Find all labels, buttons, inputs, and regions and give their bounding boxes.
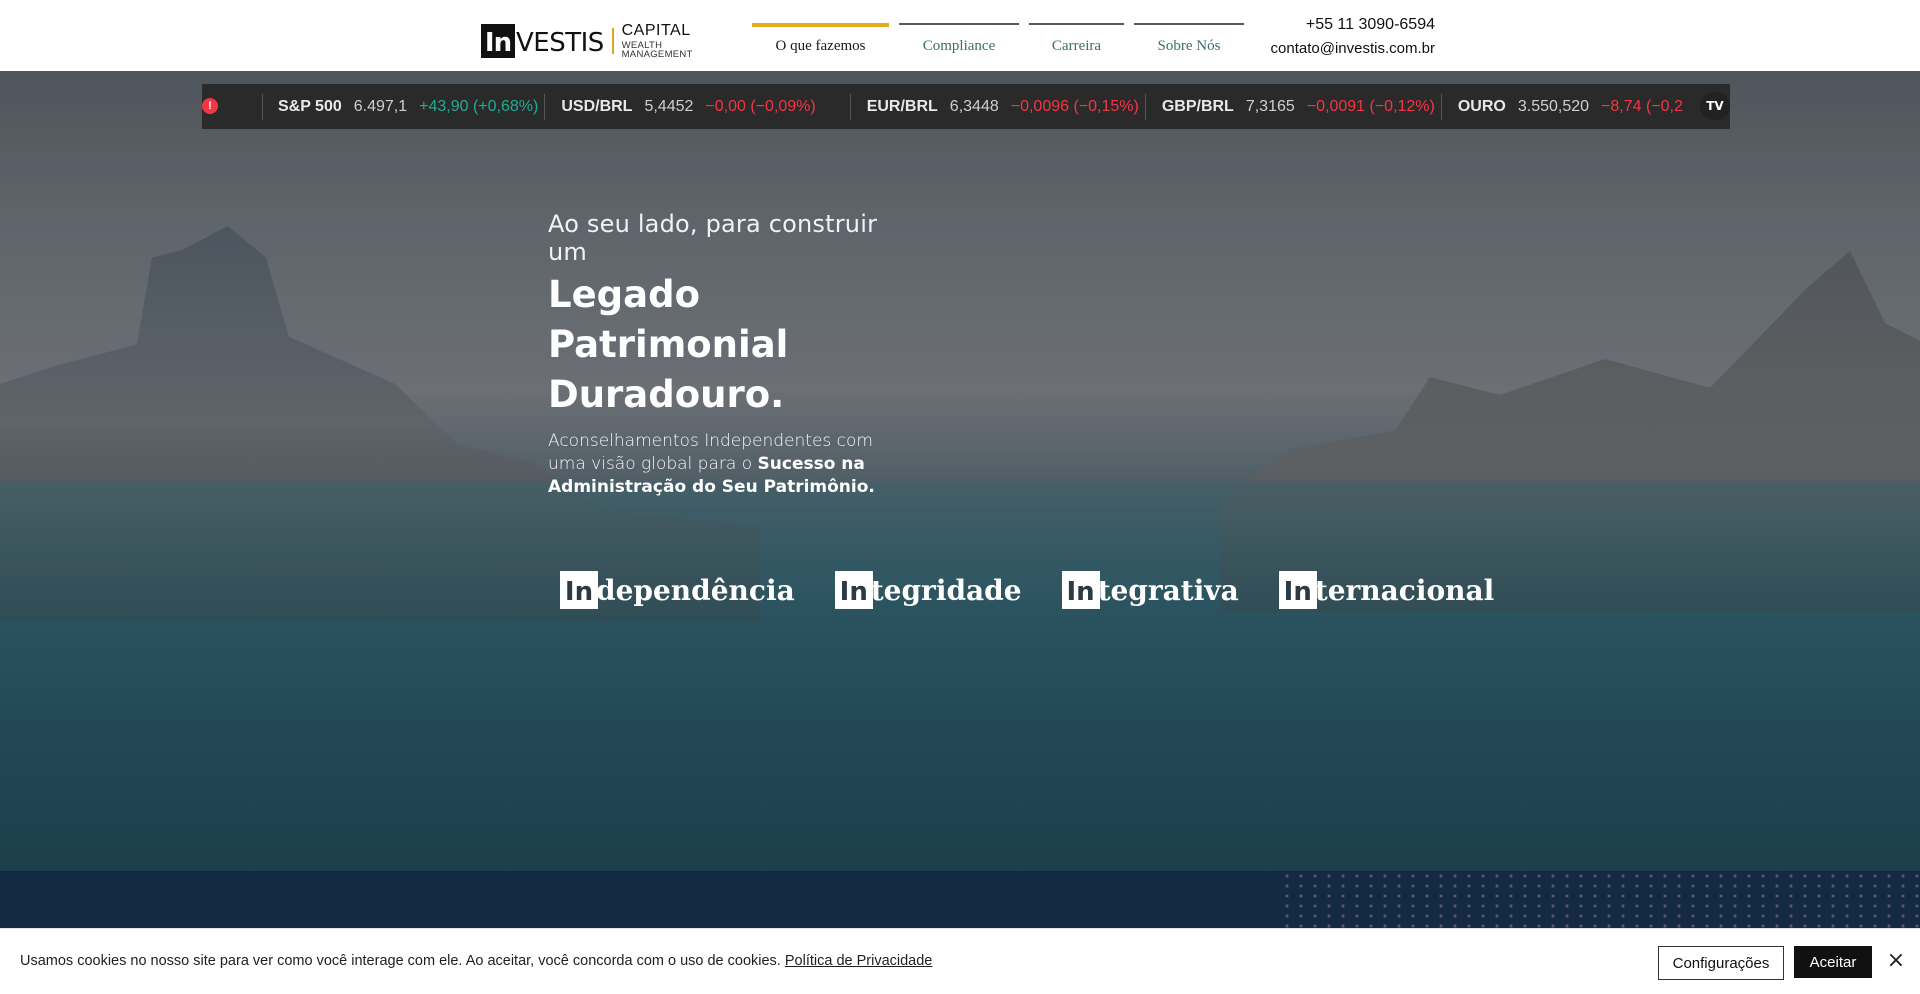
ticker-item-gbpbrl[interactable]: GBP/BRL 7,3165 −0,0091 (−0,12%) [1162, 84, 1458, 129]
nav-item-sobre-nos[interactable]: Sobre Nós [1134, 23, 1244, 63]
ticker-price: 5,4452 [644, 97, 694, 115]
ticker-change: +43,90 (+0,68%) [419, 97, 539, 115]
cookie-message: Usamos cookies no nosso site para ver co… [20, 953, 932, 969]
value-in-mark: In [1061, 571, 1100, 609]
ticker-change: −8,74 (−0,2 [1601, 97, 1683, 115]
ticker-symbol: S&P 500 [278, 97, 342, 115]
logo-wordmark: In VESTIS [481, 24, 604, 58]
nav-item-compliance[interactable]: Compliance [899, 23, 1019, 63]
hero-title: Legado Patrimonial Duradouro. [548, 270, 908, 420]
nav-label: Carreira [1051, 38, 1102, 54]
ticker-symbol: USD/BRL [561, 97, 633, 115]
ticker-price: 6.497,1 [353, 97, 408, 115]
hero-overlay [0, 71, 1920, 871]
ticker-item-eurbrl[interactable]: EUR/BRL 6,3448 −0,0096 (−0,15%) [867, 84, 1162, 129]
hero-title-line-1: Legado Patrimonial [548, 273, 789, 366]
ticker-symbol: OURO [1457, 97, 1506, 115]
close-icon[interactable]: × [1886, 949, 1906, 973]
cookie-banner: Usamos cookies no nosso site para ver co… [0, 928, 1920, 994]
market-ticker[interactable]: ! S&P 500 6.497,1 +43,90 (+0,68%) USD/BR… [202, 84, 1730, 129]
ticker-price: 6,3448 [949, 97, 999, 115]
value-in-mark: In [560, 571, 598, 609]
ticker-divider [544, 93, 546, 120]
value-independencia: In dependência [560, 570, 795, 610]
value-integrativa: In tegrativa [1061, 570, 1239, 610]
band-sparkle-decoration [1280, 871, 1920, 931]
nav-label: Compliance [922, 38, 996, 54]
value-internacional: In ternacional [1278, 570, 1495, 610]
main-nav: O que fazemos Compliance Carreira Sobre … [752, 23, 1254, 63]
ticker-item-usdbrl[interactable]: USD/BRL 5,4452 −0,00 (−0,09%) [561, 84, 866, 129]
ticker-price: 3.550,520 [1517, 97, 1590, 115]
ticker-item-sp500[interactable]: S&P 500 6.497,1 +43,90 (+0,68%) [278, 84, 561, 129]
value-in-mark: In [834, 571, 873, 609]
ticker-price: 7,3165 [1245, 97, 1295, 115]
alert-icon[interactable]: ! [202, 98, 218, 114]
value-in-mark: In [1278, 571, 1317, 609]
ticker-items: S&P 500 6.497,1 +43,90 (+0,68%) USD/BRL … [278, 84, 1683, 129]
nav-label: O que fazemos [775, 38, 866, 54]
contact-phone[interactable]: +55 11 3090-6594 [1240, 16, 1435, 34]
value-word: tegridade [870, 573, 1022, 607]
nav-item-carreira[interactable]: Carreira [1029, 23, 1124, 63]
ticker-symbol: EUR/BRL [866, 97, 938, 115]
values-row: In dependência In tegridade In tegrativa… [560, 570, 1534, 610]
ticker-change: −0,0091 (−0,12%) [1306, 97, 1435, 115]
ticker-change: −0,0096 (−0,15%) [1010, 97, 1139, 115]
hero-description: Aconselhamentos Independentes com uma vi… [548, 430, 908, 499]
hero-title-line-2: Duradouro. [548, 373, 785, 416]
site-header: In VESTIS CAPITAL WEALTH MANAGEMENT O qu… [0, 0, 1920, 71]
logo-capital: CAPITAL [621, 21, 691, 39]
cookie-message-text: Usamos cookies no nosso site para ver co… [20, 953, 781, 969]
value-integridade: In tegridade [834, 570, 1022, 610]
nav-item-o-que-fazemos[interactable]: O que fazemos [752, 23, 889, 63]
ticker-item-ouro[interactable]: OURO 3.550,520 −8,74 (−0,2 [1458, 84, 1683, 129]
hero-text: Ao seu lado, para construir um Legado Pa… [548, 210, 908, 499]
privacy-policy-link[interactable]: Política de Privacidade [785, 953, 933, 969]
logo-in-mark: In [481, 24, 515, 58]
cookie-accept-button[interactable]: Aceitar [1794, 946, 1872, 978]
ticker-change: −0,00 (−0,09%) [705, 97, 816, 115]
logo-divider [611, 28, 614, 54]
ticker-divider [262, 94, 263, 120]
ticker-divider [1144, 93, 1146, 120]
value-word: dependência [596, 573, 795, 607]
hero-kicker: Ao seu lado, para construir um [548, 210, 878, 266]
value-word: ternacional [1314, 573, 1495, 607]
hero-section [0, 71, 1920, 871]
value-word: tegrativa [1097, 573, 1239, 607]
ticker-divider [849, 93, 851, 120]
tradingview-logo-icon[interactable]: TV [1700, 92, 1730, 120]
next-section-band [0, 871, 1920, 931]
nav-label: Sobre Nós [1157, 38, 1221, 54]
logo-name: VESTIS [516, 28, 604, 58]
contact-email[interactable]: contato@investis.com.br [1240, 40, 1435, 57]
investis-logo[interactable]: In VESTIS CAPITAL WEALTH MANAGEMENT [481, 21, 726, 60]
logo-tagline: CAPITAL WEALTH MANAGEMENT [621, 21, 726, 60]
logo-wealth-management: WEALTH MANAGEMENT [621, 39, 693, 60]
cookie-settings-button[interactable]: Configurações [1658, 946, 1784, 980]
header-contact: +55 11 3090-6594 contato@investis.com.br [1240, 16, 1435, 57]
ticker-divider [1440, 93, 1442, 120]
ticker-symbol: GBP/BRL [1161, 97, 1234, 115]
